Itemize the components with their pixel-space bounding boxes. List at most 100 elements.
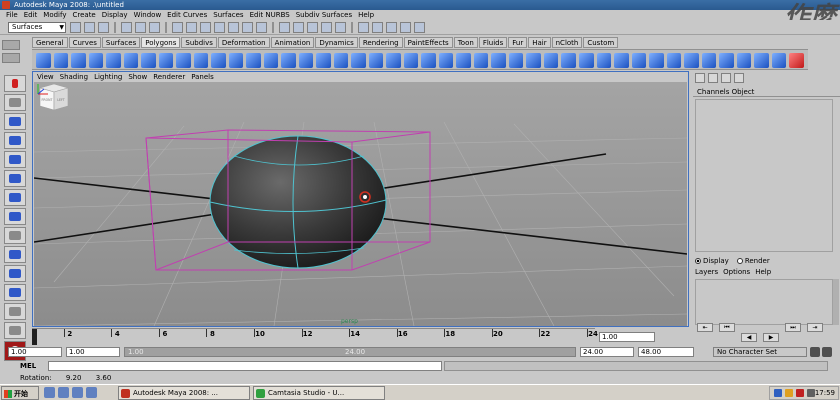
- offset-edge-loop-icon[interactable]: [491, 53, 506, 68]
- select-object-icon[interactable]: [135, 22, 146, 33]
- reduce-icon[interactable]: [386, 53, 401, 68]
- shelf-tab-custom[interactable]: Custom: [583, 37, 619, 48]
- split-polygon-icon[interactable]: [456, 53, 471, 68]
- tool-settings-toggle-icon[interactable]: [708, 73, 718, 83]
- extract-icon[interactable]: [281, 53, 296, 68]
- render-view-icon[interactable]: [372, 22, 383, 33]
- smooth-icon[interactable]: [368, 53, 384, 68]
- menu-create[interactable]: Create: [72, 10, 95, 20]
- channel-box-toggle-icon[interactable]: [721, 73, 731, 83]
- menu-display[interactable]: Display: [102, 10, 128, 20]
- shelf-tab-deformation[interactable]: Deformation: [217, 37, 270, 48]
- poly-prism-icon[interactable]: [141, 53, 156, 68]
- shelf-menu-button[interactable]: [2, 40, 20, 50]
- channel-box-content[interactable]: [695, 99, 833, 252]
- display-layers-option[interactable]: Display: [695, 256, 729, 266]
- shelf-tab-animation[interactable]: Animation: [270, 37, 315, 48]
- antivirus-icon[interactable]: [796, 389, 804, 397]
- range-slider[interactable]: 1.00 24.00: [124, 347, 576, 357]
- shelf-tab-polygons[interactable]: Polygons: [141, 37, 181, 48]
- poly-cone-icon[interactable]: [88, 53, 104, 68]
- duplicate-face-icon[interactable]: [666, 53, 682, 68]
- soft-modification-tool-icon[interactable]: [4, 208, 26, 225]
- panel-menu-shading[interactable]: Shading: [60, 72, 88, 82]
- layer-list-scrollbar[interactable]: [833, 279, 839, 325]
- animation-start-field[interactable]: 1.00: [8, 347, 62, 357]
- normals-icon[interactable]: [789, 53, 804, 68]
- history-icon[interactable]: [358, 22, 369, 33]
- combine-icon[interactable]: [246, 53, 261, 68]
- menu-set-dropdown[interactable]: Surfaces ▼: [8, 22, 66, 33]
- play-forwards-button[interactable]: ▶: [763, 333, 779, 342]
- current-frame-field[interactable]: 1.00: [599, 332, 655, 342]
- auto-mapping-icon[interactable]: [771, 53, 787, 68]
- extrude-icon[interactable]: [508, 53, 524, 68]
- panel-menu-panels[interactable]: Panels: [191, 72, 214, 82]
- mask-rendering-icon[interactable]: [256, 22, 267, 33]
- show-desktop-icon[interactable]: [44, 387, 55, 398]
- character-set-dropdown[interactable]: No Character Set: [713, 347, 807, 357]
- boolean-intersection-icon[interactable]: [333, 53, 349, 68]
- sculpt-geometry-icon[interactable]: [684, 53, 699, 68]
- select-tool-icon[interactable]: [4, 75, 26, 92]
- separate-icon[interactable]: [263, 53, 279, 68]
- four-view-layout-icon[interactable]: [4, 284, 26, 301]
- menu-edit-curves[interactable]: Edit Curves: [167, 10, 207, 20]
- shelf-tab-fur[interactable]: Fur: [508, 37, 528, 48]
- render-layers-option[interactable]: Render: [736, 256, 770, 266]
- taskbar-item-camtasia[interactable]: Camtasia Studio - U...: [253, 386, 385, 400]
- sidebar-close-icon[interactable]: [734, 73, 744, 83]
- bridge-icon[interactable]: [526, 53, 541, 68]
- move-tool-icon[interactable]: [4, 132, 26, 149]
- panel-menu-show[interactable]: Show: [128, 72, 147, 82]
- graph-editor-layout-icon[interactable]: [4, 322, 26, 339]
- select-hierarchy-icon[interactable]: [121, 22, 132, 33]
- poly-pyramid-icon[interactable]: [158, 53, 174, 68]
- render-current-icon[interactable]: [386, 22, 397, 33]
- shelf-tab-general[interactable]: General: [32, 37, 68, 48]
- shelf-tab-dynamics[interactable]: Dynamics: [315, 37, 358, 48]
- panel-menu-renderer[interactable]: Renderer: [153, 72, 185, 82]
- attribute-editor-toggle-icon[interactable]: [695, 73, 705, 83]
- go-to-start-button[interactable]: ⇤: [697, 323, 713, 332]
- network-icon[interactable]: [774, 389, 782, 397]
- shelf-tab-surfaces[interactable]: Surfaces: [101, 37, 141, 48]
- snap-curve-icon[interactable]: [293, 22, 304, 33]
- menu-file[interactable]: File: [6, 10, 18, 20]
- shelf-tab-painteffects[interactable]: PaintEffects: [403, 37, 453, 48]
- boolean-union-icon[interactable]: [298, 53, 314, 68]
- media-player-icon[interactable]: [72, 387, 83, 398]
- scale-tool-icon[interactable]: [4, 170, 26, 187]
- make-live-icon[interactable]: [335, 22, 346, 33]
- show-manipulator-icon[interactable]: [4, 227, 26, 244]
- insert-edge-loop-icon[interactable]: [473, 53, 489, 68]
- shelf-tab-toon[interactable]: Toon: [453, 37, 478, 48]
- menu-edit-nurbs[interactable]: Edit NURBS: [250, 10, 290, 20]
- time-slider[interactable]: 2 4 6 8 10 12 14 16 18 20 22 24: [32, 328, 598, 345]
- merge-icon[interactable]: [578, 53, 594, 68]
- spherical-mapping-icon[interactable]: [754, 53, 769, 68]
- poly-soccer-ball-icon[interactable]: [211, 53, 226, 68]
- go-to-end-button[interactable]: ⇥: [807, 323, 823, 332]
- panel-menu-view[interactable]: View: [37, 72, 54, 82]
- mask-dynamics-icon[interactable]: [242, 22, 253, 33]
- quadrangulate-icon[interactable]: [421, 53, 436, 68]
- mirror-geometry-icon[interactable]: [351, 53, 366, 68]
- outliner-layout-icon[interactable]: [4, 303, 26, 320]
- poly-sphere-icon[interactable]: [36, 53, 51, 68]
- append-polygon-icon[interactable]: [543, 53, 559, 68]
- shelf-tab-rendering[interactable]: Rendering: [358, 37, 403, 48]
- volume-icon[interactable]: [785, 389, 793, 397]
- internet-explorer-icon[interactable]: [58, 387, 69, 398]
- language-icon[interactable]: [807, 389, 815, 397]
- menu-edit[interactable]: Edit: [24, 10, 38, 20]
- playback-end-field[interactable]: 24.00: [580, 347, 634, 357]
- taskbar-item-maya[interactable]: Autodesk Maya 2008: ...: [118, 386, 250, 400]
- snap-point-icon[interactable]: [307, 22, 318, 33]
- menu-help[interactable]: Help: [358, 10, 374, 20]
- mask-surfaces-icon[interactable]: [214, 22, 225, 33]
- mask-curves-icon[interactable]: [200, 22, 211, 33]
- shelf-tab-fluids[interactable]: Fluids: [478, 37, 508, 48]
- delete-edge-icon[interactable]: [596, 53, 612, 68]
- planar-mapping-icon[interactable]: [719, 53, 734, 68]
